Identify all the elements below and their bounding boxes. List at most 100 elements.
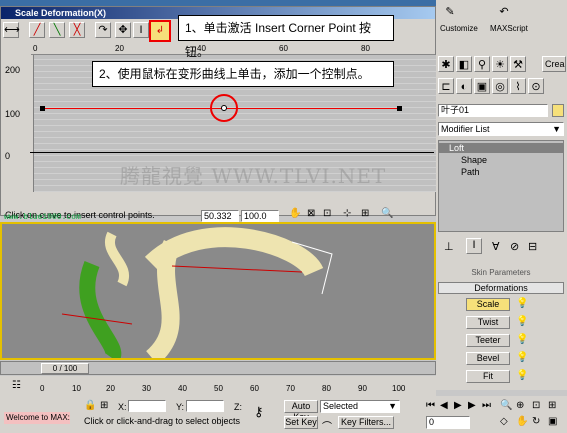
stack-item-loft[interactable]: Loft xyxy=(439,143,563,153)
track-tick: 90 xyxy=(358,384,367,393)
bulb-icon[interactable]: 💡 xyxy=(516,298,528,309)
absolute-mode-icon[interactable]: ⊞ xyxy=(100,400,108,411)
track-bar[interactable]: ☷ 0 10 20 30 40 50 60 70 80 90 100 xyxy=(0,376,436,396)
modify-tab-icon[interactable]: ◧ xyxy=(456,56,472,72)
next-frame-icon[interactable]: ▶ xyxy=(468,400,476,411)
make-symmetrical-icon[interactable]: ⟷ xyxy=(3,22,20,38)
bulb-icon[interactable]: 💡 xyxy=(516,334,528,345)
time-slider-thumb[interactable]: 0 / 100 xyxy=(41,363,89,374)
zoom-all-icon[interactable]: ⊕ xyxy=(516,400,524,411)
hierarchy-icon[interactable]: ⊏ xyxy=(438,78,454,94)
zoom-icon[interactable]: 🔍 xyxy=(381,208,393,219)
menu-customize[interactable]: Customize xyxy=(440,24,478,33)
track-tick: 0 xyxy=(40,384,45,393)
display-y-axis-icon[interactable]: ╲ xyxy=(49,22,65,38)
callout-step1: 1、单击激活 Insert Corner Point 按钮。 xyxy=(178,15,394,59)
stack-item-path[interactable]: Path xyxy=(461,167,480,177)
trackbar-icon[interactable]: ☷ xyxy=(12,380,21,391)
orbit-icon[interactable]: ↻ xyxy=(532,416,540,427)
ruler-tick: 60 xyxy=(279,44,288,53)
set-key-button[interactable]: Set Key xyxy=(284,416,318,429)
scale-button[interactable]: Scale xyxy=(466,298,510,311)
maximize-viewport-icon[interactable]: ▣ xyxy=(548,416,557,427)
current-frame-field[interactable]: 0 xyxy=(426,416,470,429)
watermark-url: www.blue1000.com xyxy=(4,213,81,222)
go-to-end-icon[interactable]: ⏭ xyxy=(482,400,491,411)
y-label-200: 200 xyxy=(5,65,21,75)
scale-point-icon[interactable]: I xyxy=(133,22,149,38)
configure-sets-icon[interactable]: ⊟ xyxy=(528,240,537,253)
x-coordinate-field[interactable] xyxy=(128,400,166,412)
pan-icon[interactable]: ✋ xyxy=(516,416,528,427)
bulb-icon[interactable]: 💡 xyxy=(516,316,528,327)
insert-corner-point-button[interactable]: ↲ xyxy=(149,20,171,42)
object-color-swatch[interactable] xyxy=(552,104,564,117)
point-x-value[interactable]: 50.332 xyxy=(201,210,239,222)
track-tick: 50 xyxy=(214,384,223,393)
y-coordinate-field[interactable] xyxy=(186,400,224,412)
y-label: Y: xyxy=(176,402,185,412)
deformations-rollout[interactable]: Deformations xyxy=(438,282,564,294)
zoom-extents-icon[interactable]: ⊠ xyxy=(307,208,315,219)
move-point-icon[interactable]: ✥ xyxy=(115,22,131,38)
create-tab-icon[interactable]: ✱ xyxy=(438,56,454,72)
zoom-vertical-icon[interactable]: ⊹ xyxy=(343,208,351,219)
zoom-icon[interactable]: 🔍 xyxy=(500,400,512,411)
helper-icon[interactable]: ⚒ xyxy=(510,56,526,72)
track-tick: 10 xyxy=(72,384,81,393)
pan-icon[interactable]: ✋ xyxy=(289,208,301,219)
object-name-field[interactable]: 叶子01 xyxy=(438,104,548,117)
point-y-value[interactable]: 100.0 xyxy=(241,210,279,222)
select-link-icon[interactable]: ✎ xyxy=(442,4,458,20)
stack-item-shape[interactable]: Shape xyxy=(461,155,487,165)
auto-key-button[interactable]: Auto Key xyxy=(284,400,318,422)
display-xy-axis-icon[interactable]: ╳ xyxy=(69,22,85,38)
new-control-point[interactable] xyxy=(221,105,227,111)
zoom-region-icon[interactable]: ⊞ xyxy=(361,208,369,219)
twist-button[interactable]: Twist xyxy=(466,316,510,329)
key-filters-button[interactable]: Key Filters... xyxy=(338,416,394,429)
motion-icon[interactable]: ◐ xyxy=(456,78,472,94)
selection-set-dropdown[interactable]: Selected ▼ xyxy=(320,400,400,413)
light-icon[interactable]: ☀ xyxy=(492,56,508,72)
remove-modifier-icon[interactable]: ⊘ xyxy=(510,240,519,253)
lock-selection-icon[interactable]: 🔒 xyxy=(84,400,96,411)
make-unique-icon[interactable]: ∀ xyxy=(492,240,500,253)
create-tab[interactable]: Crea xyxy=(542,56,566,72)
display-x-axis-icon[interactable]: ╱ xyxy=(29,22,45,38)
time-slider[interactable]: 0 / 100 xyxy=(0,361,436,375)
bevel-button[interactable]: Bevel xyxy=(466,352,510,365)
track-tick: 20 xyxy=(106,384,115,393)
camera-icon[interactable]: ⚲ xyxy=(474,56,490,72)
modifier-list-dropdown[interactable]: Modifier List ▼ xyxy=(438,122,564,136)
play-icon[interactable]: ▶ xyxy=(454,400,462,411)
pin-stack-icon[interactable]: ⊥ xyxy=(444,240,454,253)
selected-label: Selected xyxy=(323,401,359,411)
prev-frame-icon[interactable]: ◀ xyxy=(440,400,448,411)
bulb-icon[interactable]: 💡 xyxy=(516,370,528,381)
maxscript-listener[interactable]: Welcome to MAX: xyxy=(4,412,70,424)
bulb-icon[interactable]: 💡 xyxy=(516,352,528,363)
track-tick: 100 xyxy=(392,384,406,393)
key-icon[interactable]: ⚷ xyxy=(254,404,264,420)
fit-button[interactable]: Fit xyxy=(466,370,510,383)
display-icon[interactable]: ▣ xyxy=(474,78,490,94)
swap-curves-icon[interactable]: ↷ xyxy=(95,22,111,38)
menu-maxscript[interactable]: MAXScript xyxy=(490,24,528,33)
graph-icon[interactable]: ⌇ xyxy=(510,78,526,94)
zoom-horizontal-icon[interactable]: ⊡ xyxy=(323,208,331,219)
utilities-icon[interactable]: ◎ xyxy=(492,78,508,94)
perspective-viewport[interactable] xyxy=(0,222,436,365)
tangent-icon[interactable]: ⌒ xyxy=(322,418,332,433)
show-end-result-icon[interactable]: I xyxy=(466,238,482,254)
render-icon[interactable]: ⊙ xyxy=(528,78,544,94)
skin-parameters-rollout[interactable]: Skin Parameters xyxy=(438,268,564,280)
undo-icon[interactable]: ↶ xyxy=(496,4,512,20)
curve-start-point[interactable] xyxy=(40,106,45,111)
field-of-view-icon[interactable]: ◇ xyxy=(500,416,508,427)
curve-end-point[interactable] xyxy=(397,106,402,111)
go-to-start-icon[interactable]: ⏮ xyxy=(426,400,435,411)
zoom-extents-icon[interactable]: ⊡ xyxy=(532,400,540,411)
teeter-button[interactable]: Teeter xyxy=(466,334,510,347)
zoom-extents-all-icon[interactable]: ⊞ xyxy=(548,400,556,411)
